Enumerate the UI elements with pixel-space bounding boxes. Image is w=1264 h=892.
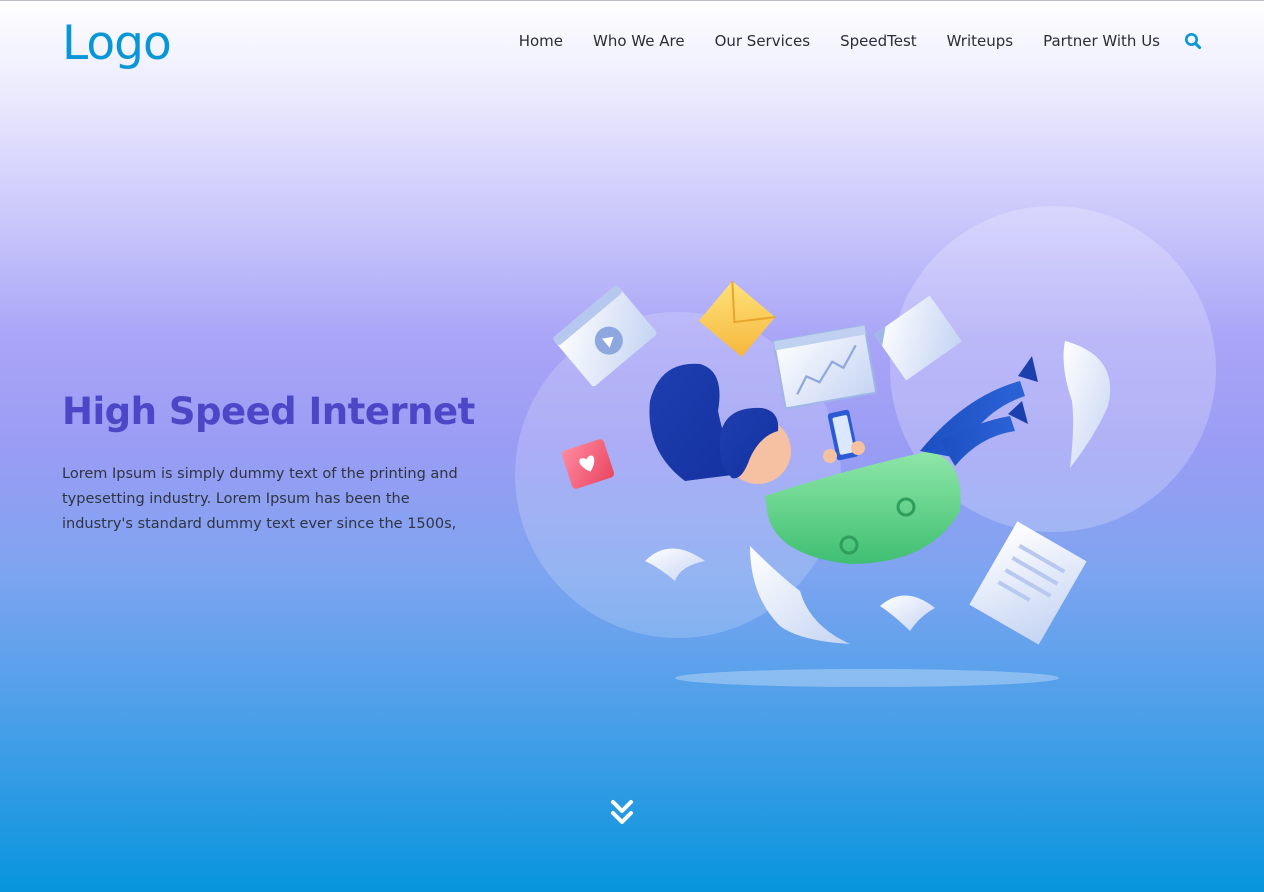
nav-item-who-we-are[interactable]: Who We Are <box>593 31 685 51</box>
hero-illustration <box>510 196 1230 696</box>
hero-title: High Speed Internet <box>62 390 475 433</box>
hero-description: Lorem Ipsum is simply dummy text of the … <box>62 466 458 532</box>
nav-item-speedtest[interactable]: SpeedTest <box>840 31 917 51</box>
nav-item-partner-with-us[interactable]: Partner With Us <box>1043 31 1160 51</box>
nav-item-home[interactable]: Home <box>519 31 563 51</box>
nav-item-writeups[interactable]: Writeups <box>947 31 1013 51</box>
double-chevron-down-icon <box>610 800 634 832</box>
nav-item-our-services[interactable]: Our Services <box>715 31 811 51</box>
scroll-down-button[interactable] <box>610 798 634 828</box>
main-nav: Home Who We Are Our Services SpeedTest W… <box>519 31 1202 51</box>
logo[interactable]: Logo <box>62 16 172 72</box>
site-header: Logo Home Who We Are Our Services SpeedT… <box>0 1 1264 86</box>
search-icon[interactable] <box>1184 32 1202 50</box>
